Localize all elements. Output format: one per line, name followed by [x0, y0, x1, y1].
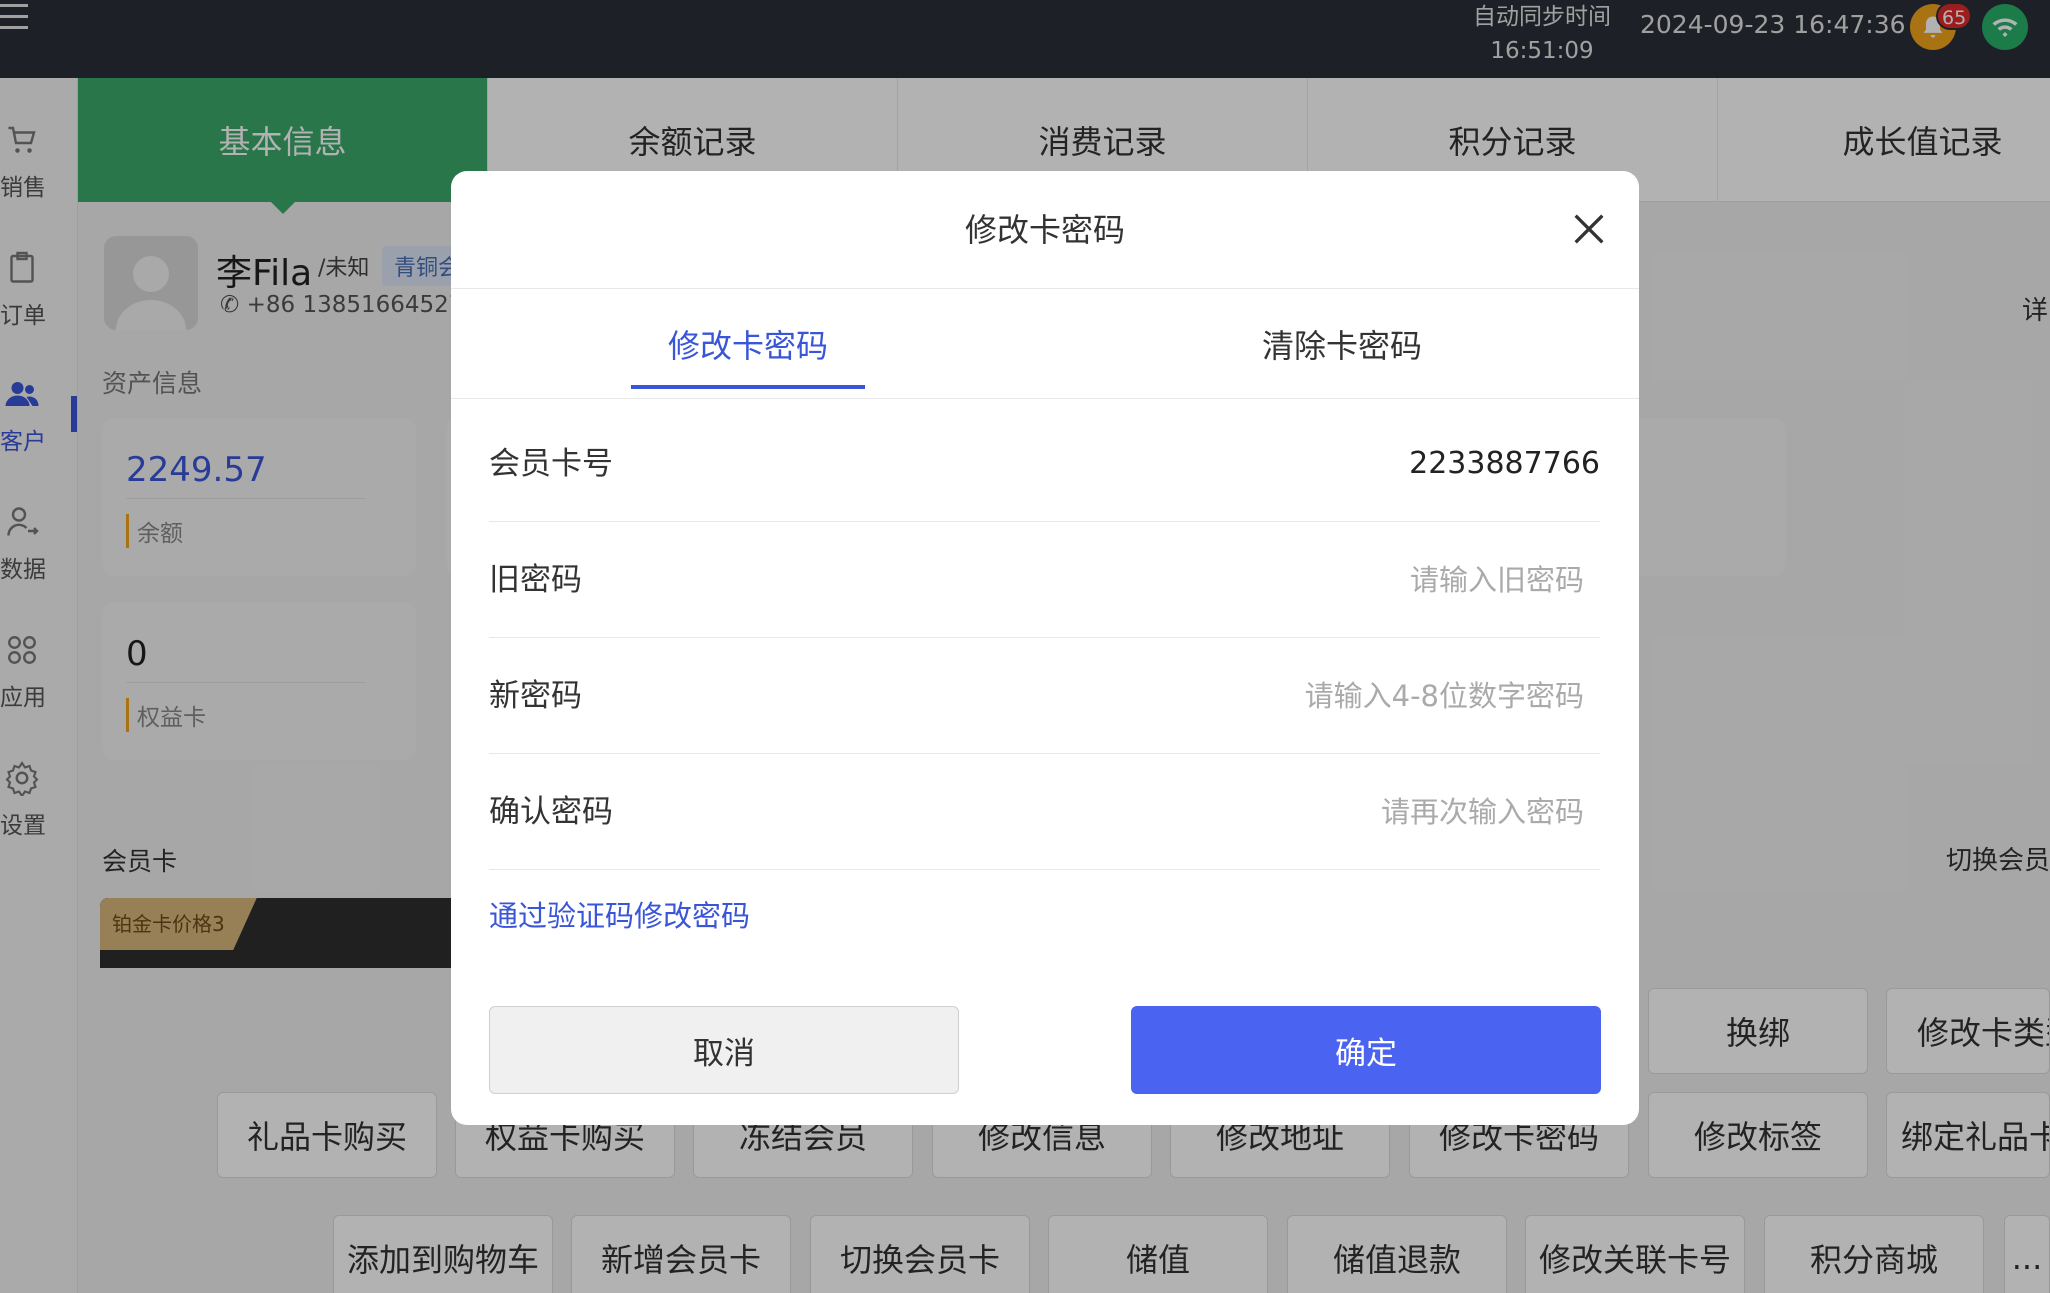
tab-change-password[interactable]: 修改卡密码 [451, 289, 1045, 399]
confirm-password-input[interactable] [964, 782, 1584, 842]
new-password-input[interactable] [964, 666, 1584, 726]
change-password-modal: 修改卡密码 修改卡密码 清除卡密码 会员卡号 2233887766 旧密码 新密… [451, 171, 1639, 1125]
cancel-button[interactable]: 取消 [489, 1006, 959, 1094]
confirm-password-label: 确认密码 [489, 794, 613, 830]
modal-title: 修改卡密码 [451, 171, 1639, 289]
modal-tabs: 修改卡密码 清除卡密码 [451, 289, 1639, 399]
tab-clear-password[interactable]: 清除卡密码 [1045, 289, 1639, 399]
confirm-button[interactable]: 确定 [1131, 1006, 1601, 1094]
old-password-input[interactable] [964, 550, 1584, 610]
card-number-label: 会员卡号 [489, 446, 613, 482]
card-number-row: 会员卡号 2233887766 [489, 406, 1600, 522]
verify-code-link[interactable]: 通过验证码修改密码 [489, 893, 750, 935]
old-password-label: 旧密码 [489, 562, 582, 598]
confirm-password-row: 确认密码 [489, 754, 1600, 870]
card-number-value: 2233887766 [1409, 446, 1600, 481]
new-password-row: 新密码 [489, 638, 1600, 754]
close-icon[interactable] [1569, 209, 1609, 249]
new-password-label: 新密码 [489, 678, 582, 714]
old-password-row: 旧密码 [489, 522, 1600, 638]
active-tab-underline [631, 385, 865, 389]
